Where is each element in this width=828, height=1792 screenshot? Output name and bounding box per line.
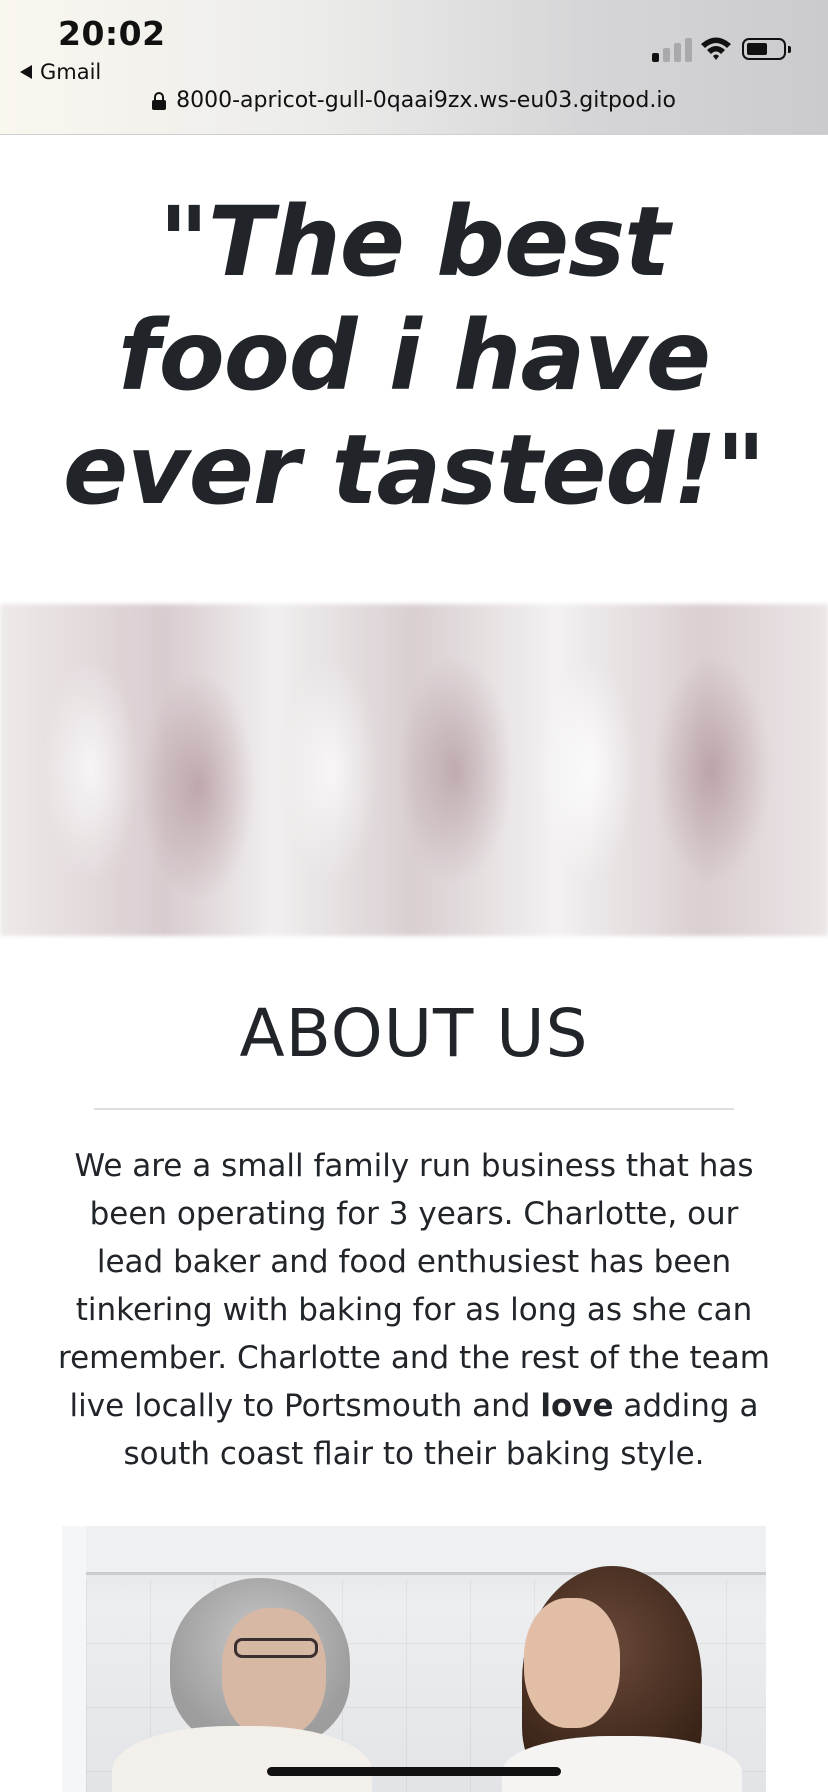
wifi-icon: [701, 37, 731, 60]
team-photo: [62, 1526, 766, 1792]
cellular-signal-icon: [652, 36, 692, 62]
browser-status-bar: 20:02 Gmail 8000-apricot-gull-0qaai9zx.w…: [0, 0, 828, 135]
testimonial-quote: "The best food i have ever tasted!": [63, 186, 766, 526]
about-us-heading: ABOUT US: [239, 995, 589, 1072]
lock-icon: [152, 91, 167, 110]
hero-image: [0, 604, 828, 936]
section-divider: [94, 1108, 734, 1110]
address-bar[interactable]: 8000-apricot-gull-0qaai9zx.ws-eu03.gitpo…: [0, 88, 828, 113]
home-indicator[interactable]: [267, 1767, 561, 1776]
back-arrow-icon: [20, 65, 32, 79]
url-text: 8000-apricot-gull-0qaai9zx.ws-eu03.gitpo…: [176, 88, 676, 113]
back-app-label: Gmail: [40, 60, 102, 84]
about-us-text: We are a small family run business that …: [56, 1142, 772, 1478]
about-text-part: We are a small family run business that …: [58, 1148, 770, 1424]
battery-icon: [742, 38, 791, 60]
status-time: 20:02: [58, 14, 166, 53]
about-text-emphasis: love: [540, 1388, 614, 1424]
back-to-app-button[interactable]: Gmail: [20, 60, 101, 84]
